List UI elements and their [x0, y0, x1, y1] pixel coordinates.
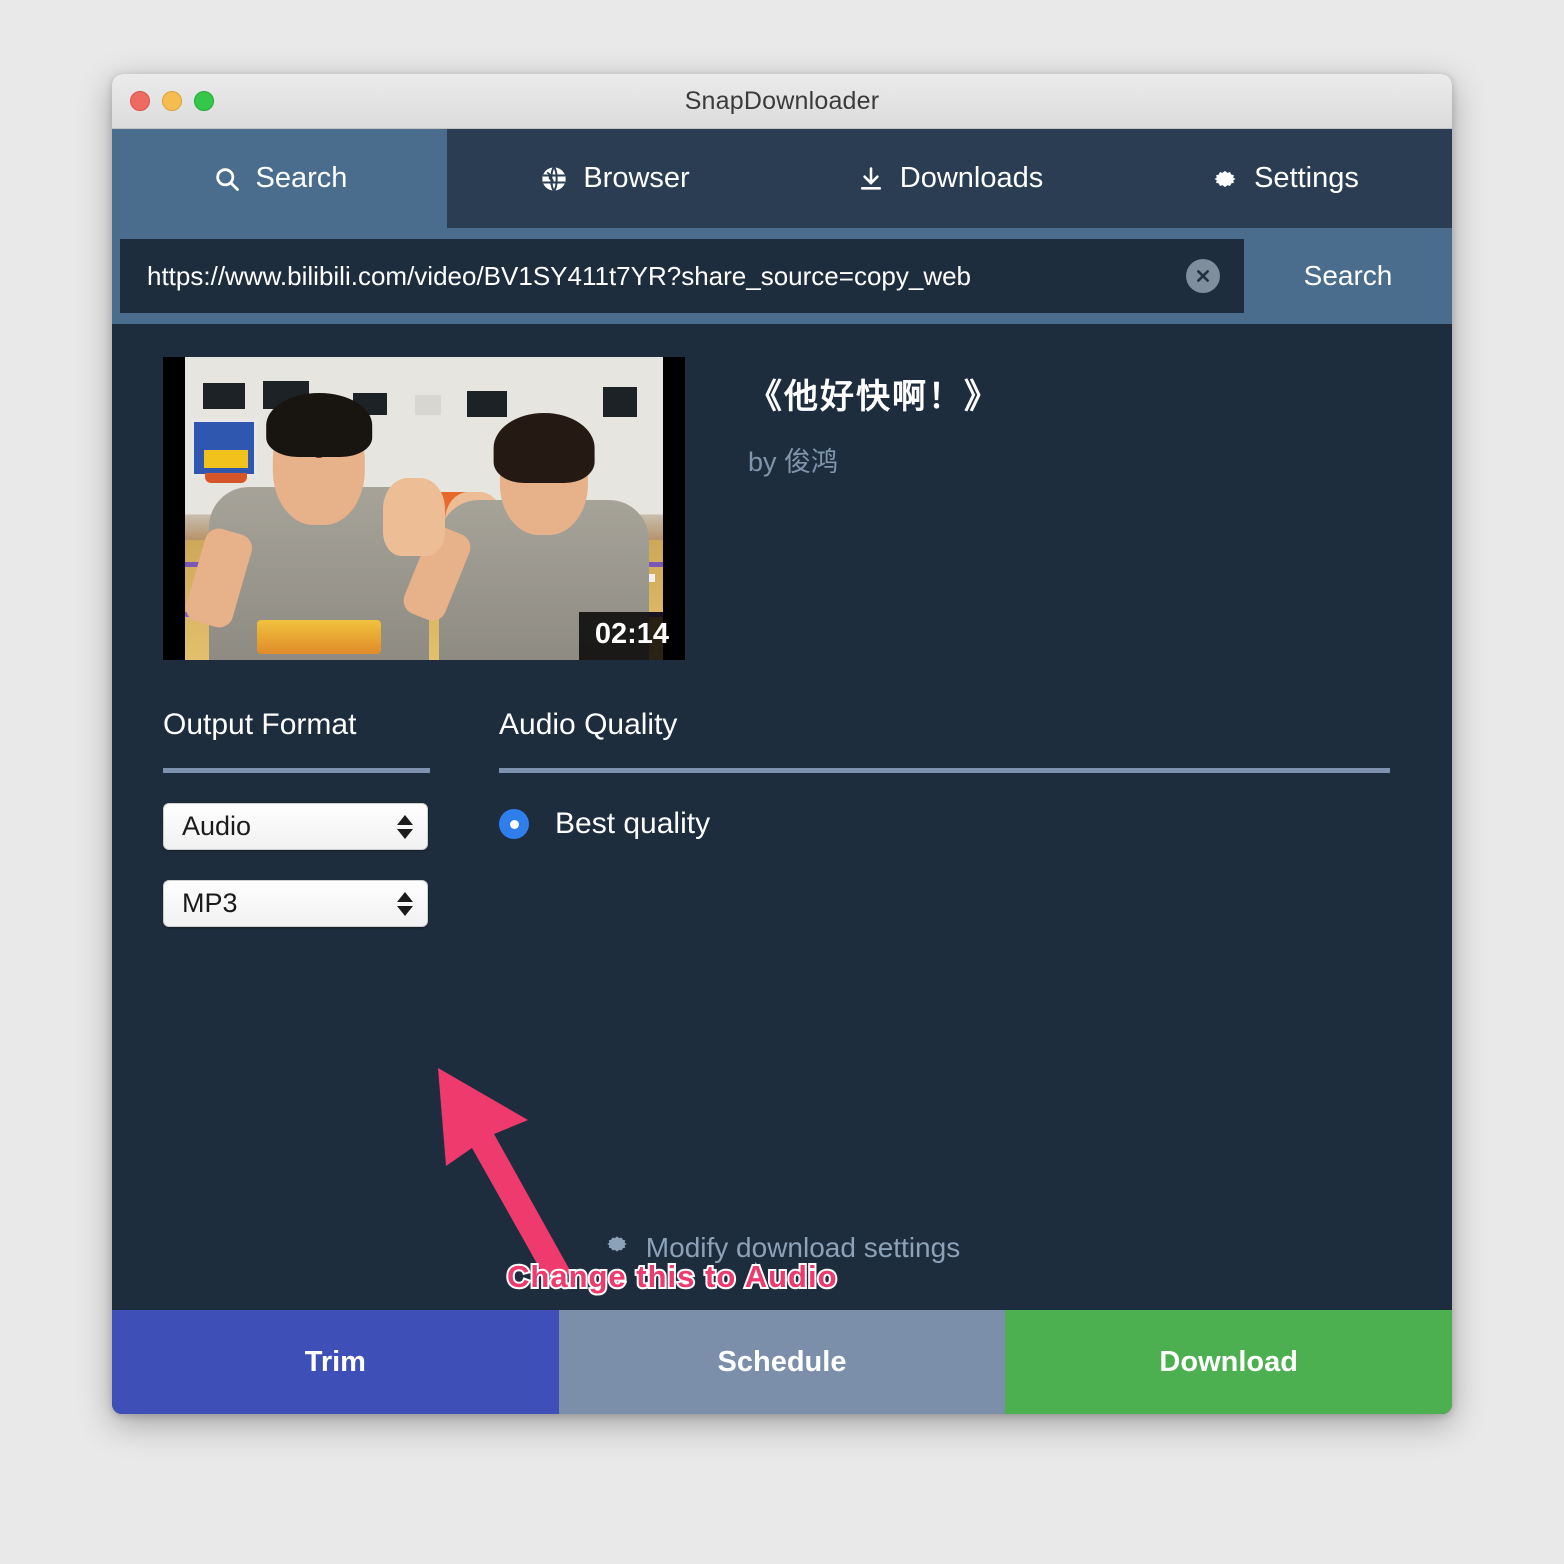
download-button[interactable]: Download — [1005, 1310, 1452, 1414]
media-row: 02:14 《他好快啊！》 by 俊鸿 — [112, 324, 1452, 660]
download-icon — [856, 164, 886, 194]
globe-icon — [539, 164, 569, 194]
tab-bar: Search Browser Downloads Settings — [112, 129, 1452, 228]
output-codec-select[interactable]: MP3 — [163, 880, 428, 927]
output-type-select[interactable]: Audio — [163, 803, 428, 850]
chevron-updown-icon — [397, 891, 413, 916]
clear-url-button[interactable] — [1186, 259, 1220, 293]
video-title: 《他好快啊！》 — [748, 378, 1000, 416]
url-input[interactable] — [120, 239, 1244, 313]
output-format-heading: Output Format — [163, 708, 357, 741]
search-bar: Search — [112, 228, 1452, 324]
close-button[interactable] — [130, 91, 150, 111]
url-field-wrapper — [120, 239, 1244, 313]
audio-quality-section: Audio Quality Best quality — [487, 708, 1452, 927]
footer-actions: Trim Schedule Download — [112, 1310, 1452, 1414]
minimize-button[interactable] — [162, 91, 182, 111]
schedule-button[interactable]: Schedule — [558, 1310, 1006, 1414]
tab-downloads-label: Downloads — [899, 162, 1044, 194]
output-codec-value: MP3 — [182, 888, 238, 918]
main-content: 02:14 《他好快啊！》 by 俊鸿 Output Format Audio — [112, 324, 1452, 1310]
trim-button[interactable]: Trim — [112, 1310, 559, 1414]
search-button[interactable]: Search — [1244, 228, 1452, 324]
radio-selected-icon[interactable] — [499, 809, 529, 839]
tab-browser-label: Browser — [583, 162, 690, 194]
window-title: SnapDownloader — [684, 86, 880, 115]
quality-option-label: Best quality — [555, 807, 711, 840]
annotation-text: Change this to Audio — [505, 1257, 839, 1296]
gear-icon — [604, 1231, 630, 1264]
tab-search[interactable]: Search — [112, 129, 447, 228]
output-type-value: Audio — [182, 811, 252, 841]
window-controls — [130, 91, 214, 111]
title-bar: SnapDownloader — [112, 74, 1452, 129]
chevron-updown-icon — [397, 814, 413, 839]
search-icon — [212, 164, 242, 194]
audio-quality-divider — [499, 768, 1390, 773]
gear-icon — [1210, 164, 1240, 194]
audio-quality-heading: Audio Quality — [499, 708, 678, 741]
output-format-section: Output Format Audio MP3 — [163, 708, 487, 927]
maximize-button[interactable] — [194, 91, 214, 111]
tab-downloads[interactable]: Downloads — [782, 129, 1117, 228]
tab-settings-label: Settings — [1254, 162, 1359, 194]
duration-badge: 02:14 — [578, 612, 685, 660]
quality-option-best[interactable]: Best quality — [499, 807, 1390, 841]
modify-download-settings-link[interactable]: Modify download settings — [112, 1231, 1452, 1264]
media-metadata: 《他好快啊！》 by 俊鸿 — [685, 357, 1000, 660]
video-author: by 俊鸿 — [748, 447, 839, 477]
app-window: SnapDownloader Search Browser Downloads … — [112, 74, 1452, 1414]
video-thumbnail[interactable]: 02:14 — [163, 357, 685, 660]
modify-download-settings-label: Modify download settings — [645, 1231, 961, 1263]
tab-search-label: Search — [255, 162, 348, 194]
tab-browser[interactable]: Browser — [447, 129, 782, 228]
options-row: Output Format Audio MP3 Audio Quality Be… — [112, 660, 1452, 927]
tab-settings[interactable]: Settings — [1117, 129, 1452, 228]
output-format-divider — [163, 768, 430, 773]
